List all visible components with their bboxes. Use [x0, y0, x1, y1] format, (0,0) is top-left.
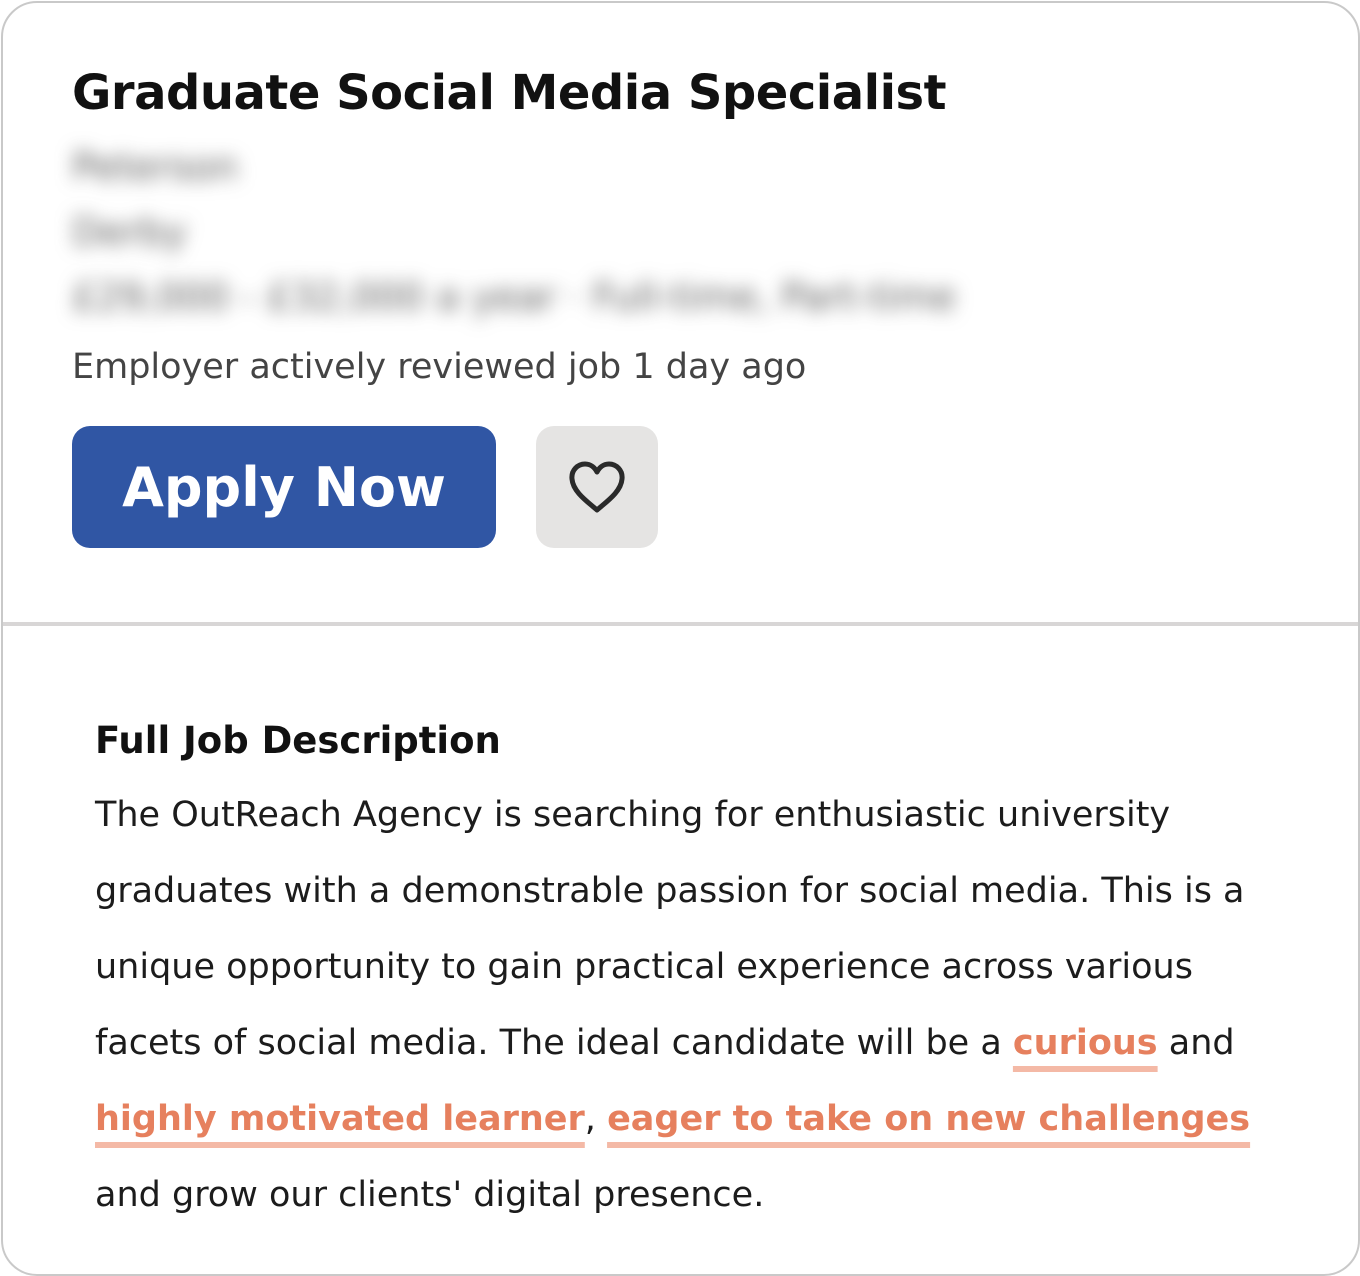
description-heading: Full Job Description: [95, 719, 501, 762]
description-body: The OutReach Agency is searching for ent…: [95, 777, 1290, 1233]
apply-now-button[interactable]: Apply Now: [72, 426, 496, 548]
job-card: Graduate Social Media Specialist Peterso…: [1, 1, 1360, 1276]
apply-now-label: Apply Now: [122, 455, 446, 519]
job-location: Derby: [72, 210, 187, 254]
highlight-motivated-learner: highly motivated learner: [95, 1099, 585, 1139]
job-description-section: Full Job Description The OutReach Agency…: [95, 713, 1290, 1233]
job-title: Graduate Social Media Specialist: [72, 65, 947, 121]
description-text: and: [1157, 1023, 1235, 1063]
section-divider: [3, 622, 1358, 626]
save-job-button[interactable]: [536, 426, 658, 548]
highlight-curious: curious: [1012, 1023, 1158, 1063]
job-header: Graduate Social Media Specialist Peterso…: [3, 3, 1358, 623]
company-name[interactable]: Peterson: [72, 145, 238, 189]
description-text: ,: [584, 1099, 608, 1139]
heart-icon: [569, 461, 625, 513]
highlight-eager-challenges: eager to take on new challenges: [607, 1099, 1251, 1139]
salary-and-job-type: £29,000 - £32,000 a year · Full-time, Pa…: [72, 275, 956, 319]
description-text: and grow our clients' digital presence.: [95, 1175, 765, 1215]
employer-activity-text: Employer actively reviewed job 1 day ago: [72, 347, 807, 387]
